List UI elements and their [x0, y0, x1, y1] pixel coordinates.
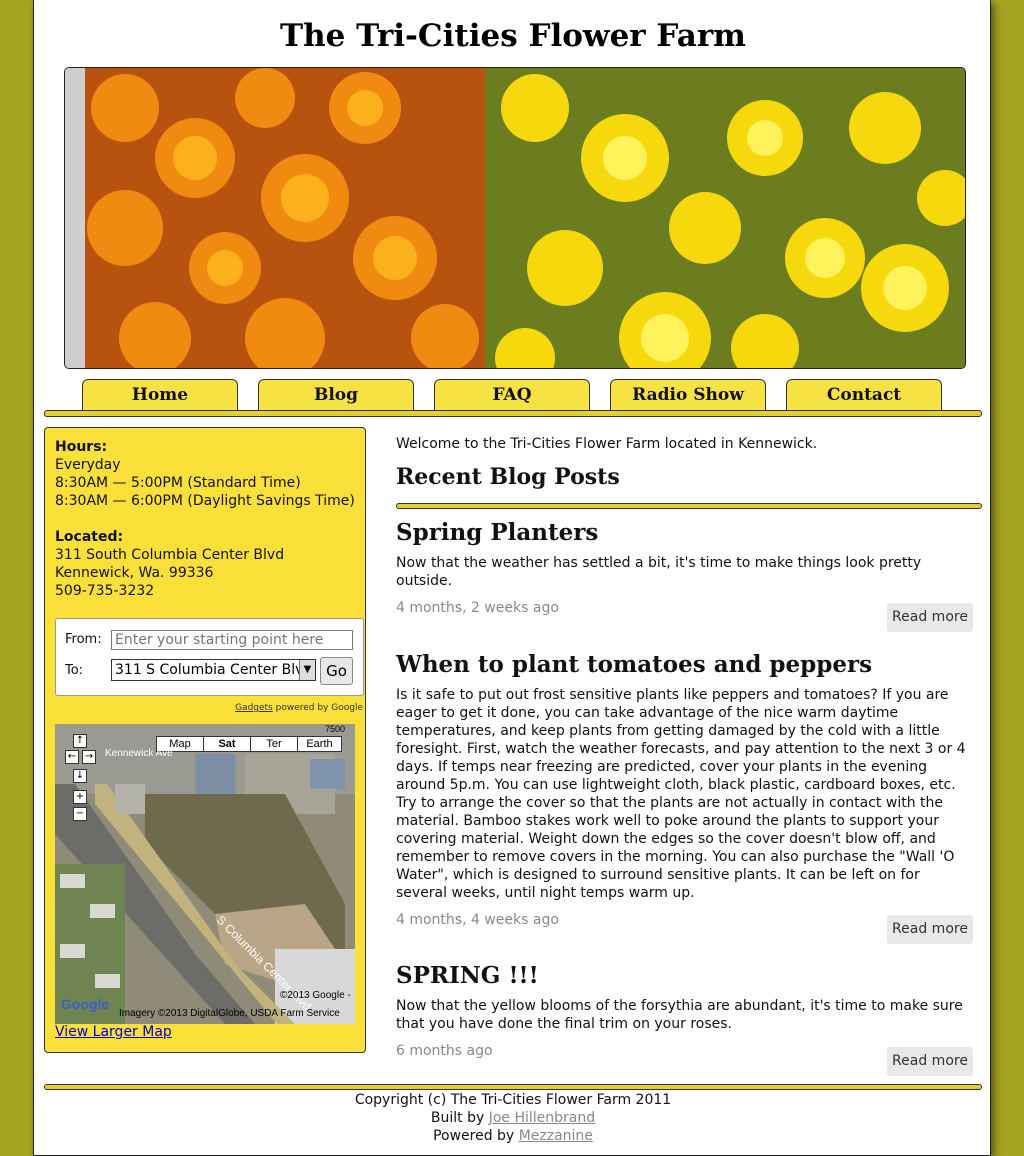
footer-divider [44, 1084, 982, 1090]
blog-post: Spring Planters Now that the weather has… [396, 518, 982, 616]
recent-posts-heading: Recent Blog Posts [396, 464, 620, 490]
nav-tab-blog[interactable]: Blog [258, 379, 414, 411]
post-excerpt: Is it safe to put out frost sensitive pl… [396, 687, 966, 901]
hours-line: 8:30AM — 5:00PM (Standard Time) [55, 475, 301, 491]
nav-tab-home[interactable]: Home [82, 379, 238, 411]
zoom-out-icon[interactable]: − [73, 807, 87, 821]
post-excerpt: Now that the weather has settled a bit, … [396, 555, 922, 589]
sidebar: Hours: Everyday 8:30AM — 5:00PM (Standar… [44, 427, 366, 1053]
hours-line: 8:30AM — 6:00PM (Daylight Savings Time) [55, 493, 355, 509]
to-label: To: [65, 663, 84, 678]
author-link[interactable]: Joe Hillenbrand [489, 1110, 595, 1126]
pan-down-icon[interactable]: ↓ [73, 769, 87, 783]
map-copyright: ©2013 Google - [280, 990, 351, 1001]
hours-line: Everyday [55, 457, 121, 473]
built-by-line: Built by Joe Hillenbrand [34, 1109, 992, 1127]
page-container: The Tri-Cities Flower Farm Home Blog FAQ… [33, 0, 991, 1156]
nav-tab-faq[interactable]: FAQ [434, 379, 590, 411]
post-title[interactable]: SPRING !!! [396, 961, 982, 991]
map-scale: 7500 [325, 724, 346, 734]
powered-by-line: Powered by Mezzanine [34, 1127, 992, 1145]
nav-tab-radio-show[interactable]: Radio Show [610, 379, 766, 411]
address-line: 311 South Columbia Center Blvd [55, 547, 285, 563]
read-more-button[interactable]: Read more [887, 603, 973, 632]
built-by-prefix: Built by [430, 1110, 485, 1126]
address-line: Kennewick, Wa. 99336 [55, 565, 214, 581]
main-nav: Home Blog FAQ Radio Show Contact [82, 379, 952, 411]
copyright-text: Copyright (c) The Tri-Cities Flower Farm… [354, 1092, 672, 1108]
map-type-sat[interactable]: Sat [203, 736, 251, 752]
to-select[interactable]: 311 S Columbia Center Blvd ▼ [111, 659, 316, 681]
post-title[interactable]: Spring Planters [396, 518, 982, 548]
phone-number: 509-735-3232 [55, 583, 155, 599]
map-embed[interactable]: Map Sat Ter Earth 7500 ↑ ← → ↓ + − Kenne… [55, 724, 355, 1024]
pan-left-icon[interactable]: ← [65, 750, 79, 764]
store-info: Hours: Everyday 8:30AM — 5:00PM (Standar… [55, 438, 355, 600]
chevron-down-icon[interactable]: ▼ [299, 660, 315, 680]
satellite-imagery [55, 724, 355, 1024]
marigold-photo [65, 68, 965, 368]
view-larger-map-link[interactable]: View Larger Map [55, 1024, 172, 1040]
gadgets-credit: Gadgets powered by Google [235, 703, 363, 713]
blog-post: SPRING !!! Now that the yellow blooms of… [396, 961, 982, 1059]
imagery-credit: Imagery ©2013 DigitalGlobe, USDA Farm Se… [119, 1008, 340, 1019]
directions-widget: From: To: 311 S Columbia Center Blvd ▼ G… [55, 618, 364, 696]
site-title: The Tri-Cities Flower Farm [280, 18, 746, 54]
google-logo: Google [61, 996, 110, 1012]
read-more-button[interactable]: Read more [887, 1047, 973, 1076]
from-input[interactable] [111, 630, 353, 650]
zoom-in-icon[interactable]: + [73, 790, 87, 804]
banner-image [64, 67, 966, 369]
welcome-text: Welcome to the Tri-Cities Flower Farm lo… [396, 436, 818, 452]
pan-right-icon[interactable]: → [82, 750, 96, 764]
located-label: Located: [55, 529, 124, 545]
from-label: From: [65, 632, 102, 647]
to-value: 311 S Columbia Center Blvd [115, 662, 313, 678]
post-excerpt: Now that the yellow blooms of the forsyt… [396, 998, 963, 1032]
powered-by-prefix: Powered by [433, 1128, 515, 1144]
blog-post: When to plant tomatoes and peppers Is it… [396, 650, 982, 928]
street-label: Kennewick Ave [105, 748, 173, 759]
go-button[interactable]: Go [320, 657, 353, 685]
map-type-ter[interactable]: Ter [250, 736, 298, 752]
read-more-button[interactable]: Read more [887, 915, 973, 944]
nav-tab-contact[interactable]: Contact [786, 379, 942, 411]
footer: Copyright (c) The Tri-Cities Flower Farm… [34, 1091, 992, 1145]
nav-divider [44, 410, 982, 417]
map-type-earth[interactable]: Earth [297, 736, 342, 752]
pan-up-icon[interactable]: ↑ [73, 734, 87, 748]
mezzanine-link[interactable]: Mezzanine [519, 1128, 593, 1144]
heading-divider [396, 503, 982, 509]
gadgets-link[interactable]: Gadgets [235, 703, 273, 713]
hours-label: Hours: [55, 439, 108, 455]
powered-by-google: powered by Google [275, 703, 363, 713]
post-title[interactable]: When to plant tomatoes and peppers [396, 650, 982, 680]
